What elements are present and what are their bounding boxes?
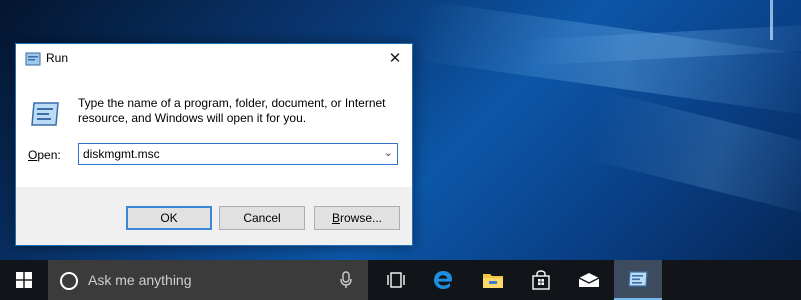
cortana-icon	[60, 272, 78, 290]
microphone-icon[interactable]	[340, 271, 352, 289]
task-view-button[interactable]	[376, 260, 416, 300]
start-button[interactable]	[0, 260, 48, 300]
taskbar-run[interactable]	[614, 260, 662, 300]
taskbar: Ask me anything	[0, 260, 801, 300]
file-explorer-icon	[483, 274, 503, 288]
dialog-content-area	[16, 74, 412, 187]
close-button[interactable]: ✕	[378, 44, 412, 74]
browse-label: rowse...	[340, 211, 383, 225]
edge-icon	[434, 271, 452, 289]
run-dialog: Run ✕ Type the name of a program, folder…	[15, 43, 413, 246]
store-icon	[532, 270, 550, 290]
dialog-title: Run	[46, 51, 69, 65]
run-icon	[25, 52, 41, 66]
dialog-titlebar[interactable]: Run ✕	[16, 44, 412, 74]
taskbar-store[interactable]	[518, 260, 564, 300]
run-icon	[628, 271, 648, 287]
windows-start-icon	[16, 272, 32, 288]
taskbar-mail[interactable]	[566, 260, 612, 300]
taskbar-edge[interactable]	[420, 260, 466, 300]
task-view-icon	[387, 272, 405, 288]
search-box[interactable]: Ask me anything	[48, 260, 368, 300]
chevron-down-icon[interactable]: ⌄	[384, 146, 393, 159]
open-label: Open:	[28, 148, 61, 162]
search-placeholder: Ask me anything	[88, 272, 192, 288]
wallpaper-light-streak	[770, 0, 773, 40]
run-icon	[31, 102, 59, 126]
open-label-accelerator: O	[28, 148, 38, 162]
cancel-button[interactable]: Cancel	[219, 206, 305, 230]
taskbar-file-explorer[interactable]	[470, 260, 516, 300]
open-label-text: pen:	[37, 148, 61, 162]
open-input[interactable]	[83, 146, 373, 162]
browse-accelerator: B	[331, 211, 340, 225]
dialog-description: Type the name of a program, folder, docu…	[78, 96, 386, 125]
open-combobox[interactable]: ⌄	[78, 143, 398, 165]
close-icon: ✕	[388, 49, 402, 67]
mail-icon	[578, 273, 600, 287]
ok-button[interactable]: OK	[126, 206, 212, 230]
browse-button[interactable]: Browse...	[314, 206, 400, 230]
